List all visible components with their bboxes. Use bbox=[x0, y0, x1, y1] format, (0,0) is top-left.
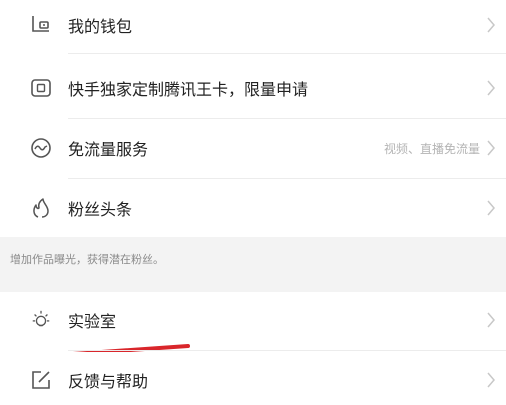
fans-headline-label: 粉丝头条 bbox=[68, 200, 133, 219]
lightbulb-icon bbox=[30, 309, 52, 331]
sim-card-icon bbox=[30, 77, 52, 99]
menu-item-lab[interactable]: 实验室 bbox=[0, 292, 506, 348]
menu-item-free-data[interactable]: 免流量服务 视频、直播免流量 bbox=[0, 120, 506, 176]
chevron-right-icon bbox=[484, 77, 498, 99]
section-note-area: 增加作品曝光，获得潜在粉丝。 bbox=[0, 237, 506, 292]
divider bbox=[68, 350, 506, 351]
wallet-label: 我的钱包 bbox=[68, 17, 133, 36]
section-note: 增加作品曝光，获得潜在粉丝。 bbox=[10, 253, 164, 266]
flame-icon bbox=[30, 197, 52, 219]
menu-item-feedback[interactable]: 反馈与帮助 bbox=[0, 352, 506, 405]
wallet-icon bbox=[30, 14, 52, 36]
card-label: 快手独家定制腾讯王卡，限量申请 bbox=[68, 80, 309, 99]
divider bbox=[68, 53, 506, 54]
menu-item-card[interactable]: 快手独家定制腾讯王卡，限量申请 bbox=[0, 60, 506, 116]
lab-label: 实验室 bbox=[68, 312, 117, 331]
menu-item-wallet[interactable]: 我的钱包 bbox=[0, 0, 506, 50]
free-data-label: 免流量服务 bbox=[68, 140, 149, 159]
divider bbox=[68, 118, 506, 119]
chevron-right-icon bbox=[484, 197, 498, 219]
edit-icon bbox=[30, 369, 52, 391]
chevron-right-icon bbox=[484, 14, 498, 36]
divider bbox=[68, 178, 506, 179]
feedback-label: 反馈与帮助 bbox=[68, 372, 149, 391]
chevron-right-icon bbox=[484, 137, 498, 159]
chevron-right-icon bbox=[484, 309, 498, 331]
settings-screen: 我的钱包 快手独家定制腾讯王卡，限量申请 免流量服务 视频、直播免流量 粉丝头条… bbox=[0, 0, 506, 405]
free-data-hint: 视频、直播免流量 bbox=[383, 141, 480, 156]
menu-item-fans-headline[interactable]: 粉丝头条 bbox=[0, 180, 506, 236]
wave-circle-icon bbox=[30, 137, 52, 159]
chevron-right-icon bbox=[484, 369, 498, 391]
